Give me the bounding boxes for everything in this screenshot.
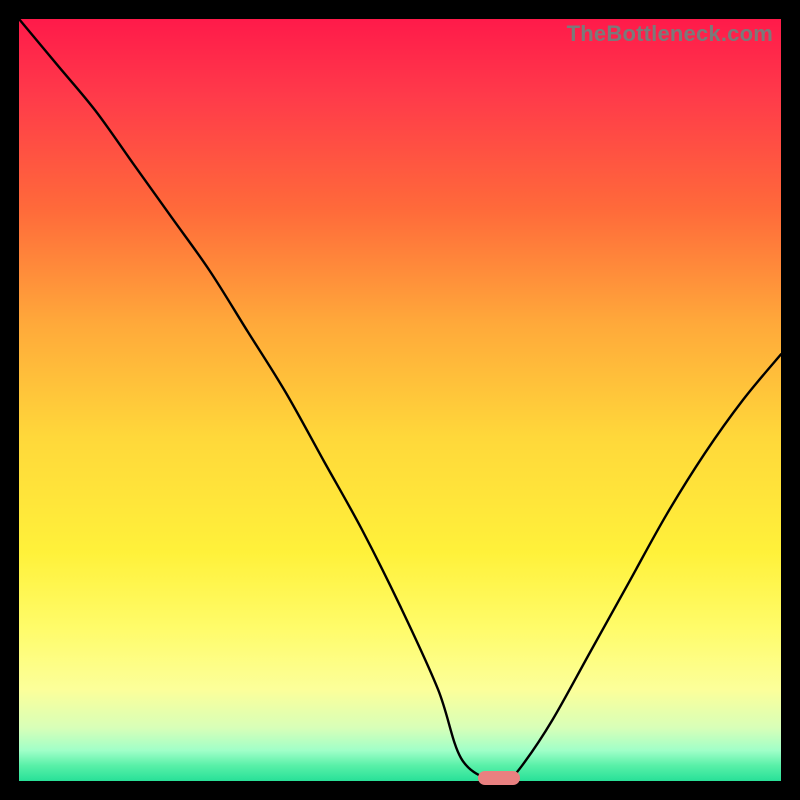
bottleneck-curve [19, 19, 781, 781]
optimal-marker [478, 771, 520, 785]
plot-area: TheBottleneck.com [19, 19, 781, 781]
chart-frame: TheBottleneck.com [0, 0, 800, 800]
